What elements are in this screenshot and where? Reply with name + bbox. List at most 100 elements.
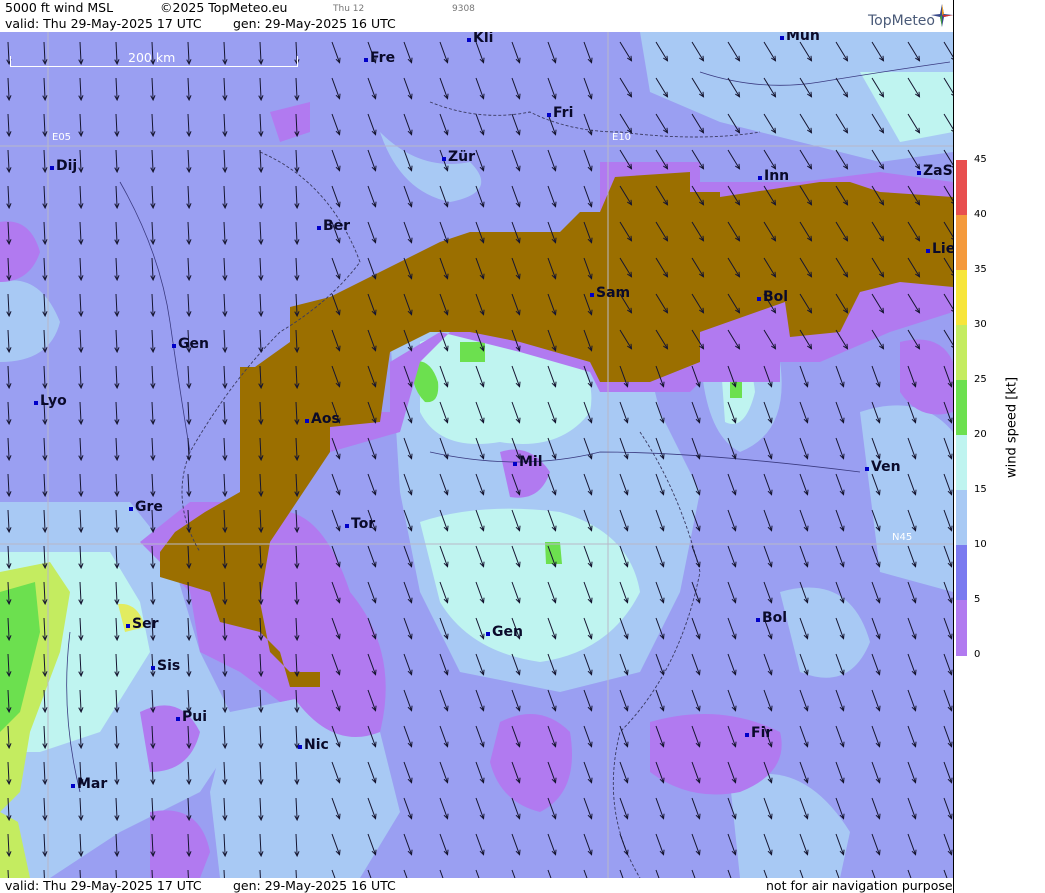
city-label[interactable]: Aos bbox=[305, 411, 340, 427]
city-label[interactable]: Inn bbox=[758, 168, 789, 184]
wind-arrow bbox=[331, 113, 341, 136]
city-label[interactable]: Mar bbox=[71, 776, 107, 792]
wind-arrow bbox=[186, 797, 192, 822]
topmeteo-logo[interactable]: TopMeteo bbox=[853, 2, 953, 32]
wind-arrow bbox=[763, 653, 773, 676]
colorbar-title: wind speed [kt] bbox=[1004, 376, 1020, 479]
city-label[interactable]: Ser bbox=[126, 616, 158, 632]
wind-arrow bbox=[799, 365, 809, 388]
wind-arrow bbox=[475, 761, 485, 784]
city-label[interactable]: ZaS bbox=[917, 163, 953, 179]
city-label[interactable]: Nic bbox=[298, 737, 329, 753]
wind-arrow bbox=[186, 221, 192, 246]
wind-arrow bbox=[871, 869, 876, 878]
wind-arrow bbox=[799, 689, 809, 712]
wind-arrow bbox=[511, 869, 516, 878]
wind-arrow bbox=[258, 113, 264, 138]
wind-arrow bbox=[6, 185, 12, 210]
scale-bar-label: 200 km bbox=[128, 50, 176, 65]
wind-arrow bbox=[186, 113, 192, 138]
wind-arrow bbox=[78, 473, 84, 498]
city-label[interactable]: Fir bbox=[745, 725, 772, 741]
city-label[interactable]: Ven bbox=[865, 459, 901, 475]
area-light-blue bbox=[730, 773, 850, 878]
city-label[interactable]: Tor bbox=[345, 516, 375, 532]
city-marker-icon bbox=[172, 344, 176, 348]
colorbar-segment bbox=[956, 545, 967, 601]
wind-arrow bbox=[475, 833, 485, 856]
wind-arrow bbox=[439, 797, 449, 820]
wind-arrow bbox=[222, 329, 228, 354]
wind-arrow bbox=[943, 725, 953, 748]
wind-arrow bbox=[835, 761, 845, 784]
wind-arrow bbox=[727, 869, 732, 878]
wind-arrow bbox=[511, 149, 521, 172]
city-label[interactable]: Lyo bbox=[34, 393, 67, 409]
wind-map[interactable]: 200 km E05 E10 N45 Kli Mün Fre Fri Dij Z… bbox=[0, 32, 953, 878]
city-label[interactable]: Fre bbox=[364, 50, 395, 66]
city-marker-icon bbox=[442, 157, 446, 161]
city-label[interactable]: Bol bbox=[757, 289, 788, 305]
wind-arrow bbox=[150, 329, 156, 354]
wind-arrow bbox=[258, 293, 264, 318]
wind-arrow bbox=[655, 869, 660, 878]
wind-arrow bbox=[619, 41, 633, 62]
city-label[interactable]: Mün bbox=[780, 32, 820, 44]
wind-arrow bbox=[186, 437, 192, 462]
wind-arrow bbox=[367, 185, 377, 208]
city-label[interactable]: Dij bbox=[50, 158, 77, 174]
city-label[interactable]: Sis bbox=[151, 658, 180, 674]
city-label[interactable]: Pui bbox=[176, 709, 207, 725]
wind-arrow bbox=[907, 581, 917, 604]
wind-arrow bbox=[475, 113, 485, 136]
wind-arrow bbox=[691, 833, 701, 856]
city-label[interactable]: Sam bbox=[590, 285, 630, 301]
colorbar-segment bbox=[956, 435, 967, 491]
wind-arrow bbox=[258, 689, 264, 714]
city-label[interactable]: Zür bbox=[442, 149, 475, 165]
wind-arrow bbox=[727, 689, 737, 712]
wind-arrow bbox=[186, 473, 192, 498]
wind-arrow bbox=[439, 761, 449, 784]
wind-arrow bbox=[6, 365, 12, 390]
wind-arrow bbox=[294, 257, 300, 282]
city-label[interactable]: Lie bbox=[926, 241, 953, 257]
wind-arrow bbox=[403, 689, 413, 712]
colorbar-tick-label: 40 bbox=[974, 209, 987, 220]
city-label[interactable]: Mil bbox=[513, 454, 543, 470]
area-violet bbox=[150, 810, 210, 878]
city-label[interactable]: Fri bbox=[547, 105, 573, 121]
city-label[interactable]: Ber bbox=[317, 218, 350, 234]
wind-arrow bbox=[186, 185, 192, 210]
wind-arrow bbox=[691, 617, 701, 640]
colorbar-tick-label: 10 bbox=[974, 539, 987, 550]
area-violet bbox=[0, 221, 40, 282]
wind-arrow bbox=[619, 725, 629, 748]
wind-arrow bbox=[114, 293, 120, 318]
wind-arrow bbox=[943, 797, 953, 820]
city-label[interactable]: Kli bbox=[467, 32, 493, 46]
footer-valid-time: valid: Thu 29-May-2025 17 UTC bbox=[5, 878, 202, 893]
city-marker-icon bbox=[590, 293, 594, 297]
wind-arrow bbox=[619, 77, 633, 98]
wind-arrow bbox=[583, 113, 593, 136]
area-violet bbox=[490, 714, 572, 812]
wind-arrow bbox=[727, 833, 737, 856]
wind-arrow bbox=[583, 797, 593, 820]
wind-arrow bbox=[222, 257, 228, 282]
scale-bar: 200 km bbox=[10, 50, 298, 68]
wind-arrow bbox=[943, 869, 948, 878]
city-label[interactable]: Gen bbox=[486, 624, 523, 640]
wind-arrow bbox=[583, 761, 593, 784]
wind-arrow bbox=[439, 725, 449, 748]
wind-arrow bbox=[42, 365, 48, 390]
colorbar-tick-label: 35 bbox=[974, 264, 987, 275]
wind-arrow bbox=[835, 365, 845, 388]
city-label[interactable]: Gen bbox=[172, 336, 209, 352]
city-label[interactable]: Gre bbox=[129, 499, 163, 515]
wind-arrow bbox=[871, 617, 881, 640]
wind-arrow bbox=[150, 77, 156, 102]
wind-arrow bbox=[691, 653, 701, 676]
wind-arrow bbox=[475, 725, 485, 748]
city-label[interactable]: Bol bbox=[756, 610, 787, 626]
